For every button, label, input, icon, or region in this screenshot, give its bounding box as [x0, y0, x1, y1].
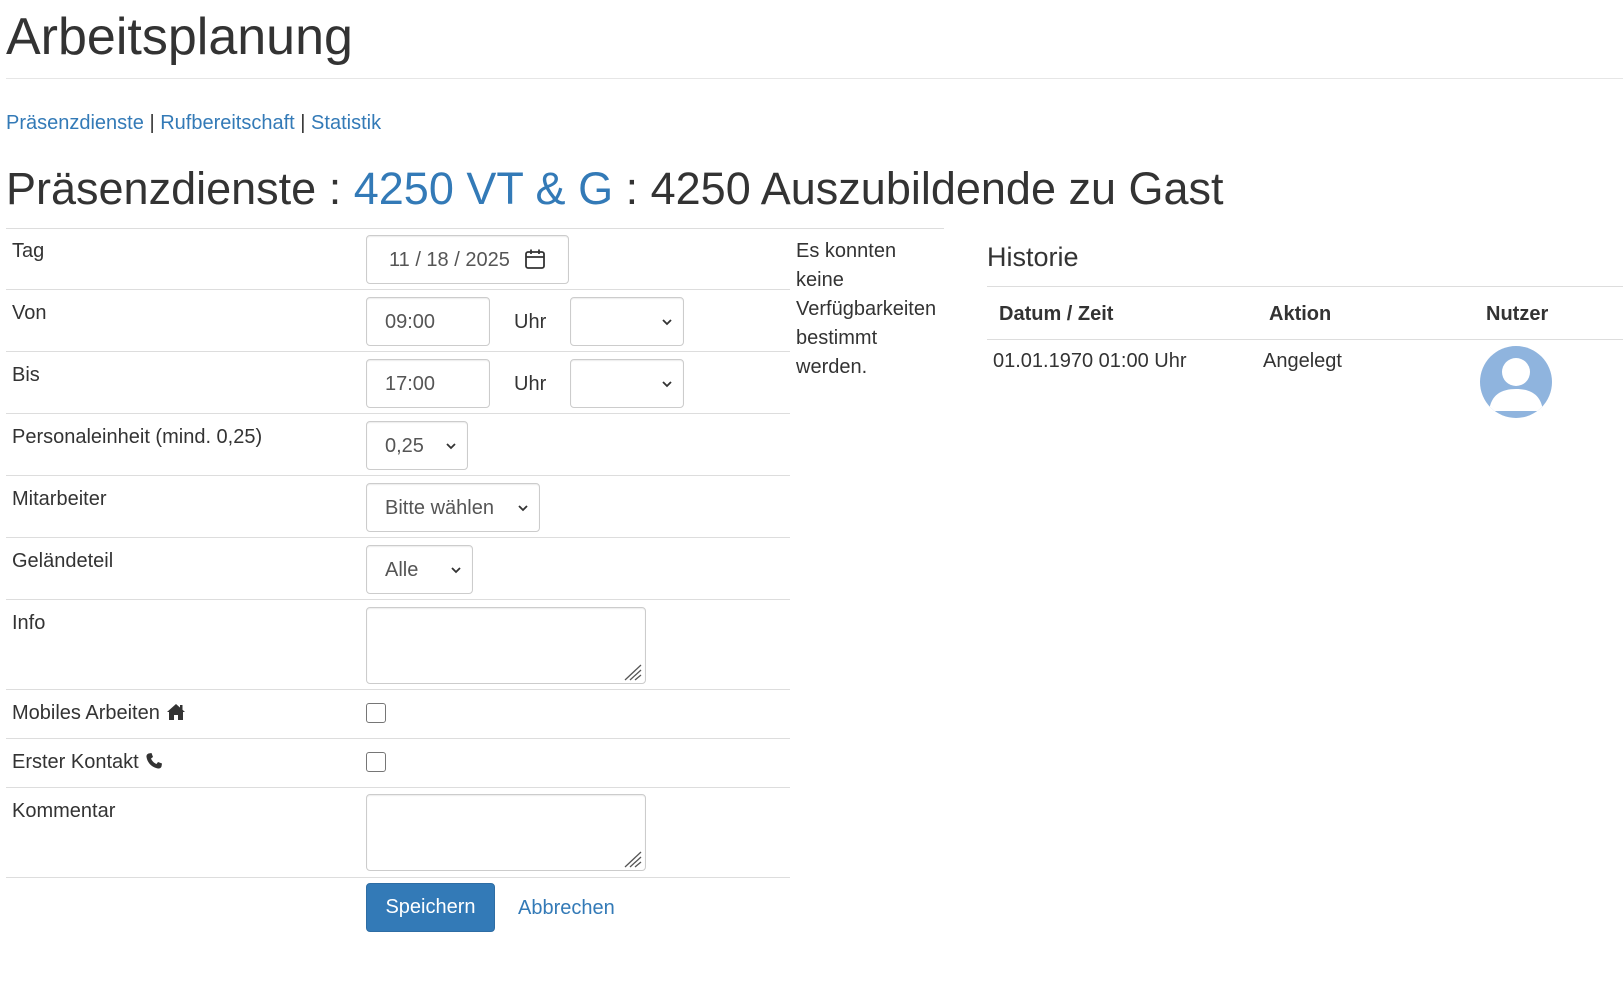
mitarbeiter-label: Mitarbeiter: [12, 488, 107, 510]
chevron-down-icon: [662, 381, 672, 388]
mitarbeiter-select[interactable]: Bitte wählen: [366, 483, 540, 532]
gelaendeteil-label: Geländeteil: [12, 550, 114, 572]
nav-link-statistik[interactable]: Statistik: [311, 112, 381, 134]
form-row-bis: Bis 17:00 Uhr: [6, 352, 790, 414]
mitarbeiter-value: Bitte wählen: [385, 497, 494, 519]
form-row-mobiles-arbeiten: Mobiles Arbeiten: [6, 690, 790, 739]
history-header-user: Nutzer: [1486, 303, 1549, 325]
chevron-down-icon: [451, 567, 461, 574]
mobiles-arbeiten-checkbox[interactable]: [366, 703, 386, 723]
history-row-action: Angelegt: [1263, 350, 1342, 372]
page: Arbeitsplanung Präsenzdienste | Rufberei…: [0, 0, 1623, 988]
bis-label: Bis: [12, 364, 40, 386]
erster-kontakt-label-wrap: Erster Kontakt: [12, 750, 163, 774]
nav-link-praesenzdienste[interactable]: Präsenzdienste: [6, 112, 144, 134]
personaleinheit-value: 0,25: [385, 435, 424, 457]
erster-kontakt-label: Erster Kontakt: [12, 751, 139, 773]
nav-separator: |: [300, 112, 306, 134]
history-row-datetime: 01.01.1970 01:00 Uhr: [993, 350, 1187, 372]
von-time-value: 09:00: [385, 311, 436, 333]
info-label: Info: [12, 612, 46, 634]
section-title-prefix: Präsenzdienste: [6, 163, 317, 214]
calendar-icon[interactable]: [524, 248, 546, 270]
user-avatar-icon: [1480, 346, 1552, 418]
von-unit-label: Uhr: [514, 311, 547, 333]
save-button[interactable]: Speichern: [366, 883, 495, 932]
history-divider: [987, 286, 1623, 287]
date-input[interactable]: 11 / 18 / 2025: [366, 235, 569, 284]
mobiles-arbeiten-label: Mobiles Arbeiten: [12, 702, 160, 724]
top-nav: Präsenzdienste | Rufbereitschaft | Stati…: [6, 111, 381, 135]
kommentar-label: Kommentar: [12, 800, 116, 822]
page-title: Arbeitsplanung: [6, 8, 353, 66]
history-title: Historie: [987, 242, 1079, 272]
form-row-tag: Tag 11 / 18 / 2025: [6, 228, 790, 290]
nav-separator: |: [149, 112, 155, 134]
tag-label: Tag: [12, 240, 45, 262]
erster-kontakt-checkbox[interactable]: [366, 752, 386, 772]
form-row-kommentar: Kommentar: [6, 788, 790, 878]
personaleinheit-select[interactable]: 0,25: [366, 421, 468, 470]
chevron-down-icon: [662, 319, 672, 326]
bis-time-value: 17:00: [385, 373, 436, 395]
availability-notice: Es konnten keine Verfügbarkeiten bestimm…: [796, 240, 937, 378]
section-title: Präsenzdienste : 4250 VT & G : 4250 Ausz…: [6, 162, 1224, 216]
title-divider: [6, 78, 1623, 79]
gelaendeteil-value: Alle: [385, 559, 419, 581]
history-header-datetime: Datum / Zeit: [999, 303, 1114, 325]
info-textarea[interactable]: [366, 607, 646, 684]
section-title-separator: :: [328, 163, 342, 214]
resize-grip-icon[interactable]: [621, 848, 643, 868]
bis-unit-label: Uhr: [514, 373, 547, 395]
form-row-mitarbeiter: Mitarbeiter Bitte wählen: [6, 476, 790, 538]
section-title-suffix: 4250 Auszubildende zu Gast: [650, 163, 1224, 214]
resize-grip-icon[interactable]: [621, 661, 643, 681]
personaleinheit-label: Personaleinheit (mind. 0,25): [12, 426, 263, 448]
form-row-personaleinheit: Personaleinheit (mind. 0,25) 0,25: [6, 414, 790, 476]
form-row-info: Info: [6, 600, 790, 690]
kommentar-textarea[interactable]: [366, 794, 646, 871]
section-title-separator: :: [625, 163, 639, 214]
gelaendeteil-select[interactable]: Alle: [366, 545, 473, 594]
bis-select[interactable]: [570, 359, 684, 408]
bis-time-input[interactable]: 17:00: [366, 359, 490, 408]
chevron-down-icon: [446, 443, 456, 450]
mobiles-arbeiten-label-wrap: Mobiles Arbeiten: [12, 701, 186, 725]
home-icon: [166, 704, 185, 720]
von-label: Von: [12, 302, 47, 324]
nav-link-rufbereitschaft[interactable]: Rufbereitschaft: [160, 112, 295, 134]
history-header-action: Aktion: [1269, 303, 1332, 325]
cancel-link[interactable]: Abbrechen: [518, 896, 615, 920]
section-title-link[interactable]: 4250 VT & G: [354, 163, 613, 214]
form-row-erster-kontakt: Erster Kontakt: [6, 739, 790, 788]
chevron-down-icon: [518, 505, 528, 512]
von-time-input[interactable]: 09:00: [366, 297, 490, 346]
form-row-gelaendeteil: Geländeteil Alle: [6, 538, 790, 600]
form-row-von: Von 09:00 Uhr: [6, 290, 790, 352]
von-select[interactable]: [570, 297, 684, 346]
date-value: 11 / 18 / 2025: [389, 249, 510, 271]
history-header-divider: [987, 339, 1623, 340]
phone-icon: [146, 753, 162, 769]
